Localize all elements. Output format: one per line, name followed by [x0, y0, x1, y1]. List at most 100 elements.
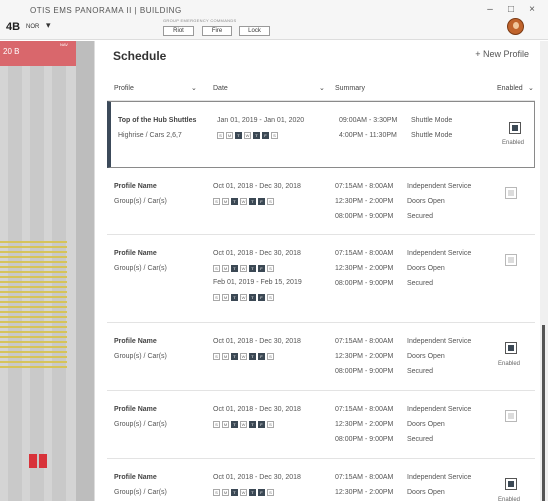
column-header-date[interactable]: Date	[213, 85, 228, 92]
chevron-down-icon[interactable]: ⌄	[191, 84, 197, 92]
day-toggle[interactable]: T	[249, 353, 256, 360]
day-toggle[interactable]: F	[258, 421, 265, 428]
day-toggle[interactable]: S	[213, 421, 220, 428]
day-selector: SMTWTFS	[213, 265, 276, 273]
day-selector: SMTWTFS	[213, 294, 276, 302]
elevator-car[interactable]	[29, 454, 37, 468]
schedule-row[interactable]: Profile Name Group(s) / Car(s) Oct 01, 201…	[107, 168, 535, 235]
day-toggle[interactable]: F	[258, 489, 265, 496]
schedule-row[interactable]: Top of the Hub Shuttles Highrise / Cars 2…	[107, 101, 535, 168]
column-header-enabled[interactable]: Enabled	[497, 85, 523, 92]
chevron-down-icon[interactable]: ⌄	[528, 84, 534, 92]
schedule-row[interactable]: Profile Name Group(s) / Car(s) Oct 01, 201…	[107, 391, 535, 459]
day-selector: SMTWTFS	[213, 489, 276, 497]
minimize-button[interactable]: –	[483, 4, 497, 15]
day-toggle[interactable]: S	[267, 198, 274, 205]
day-toggle[interactable]: S	[267, 294, 274, 301]
summary-mode: Secured	[407, 436, 434, 443]
chevron-down-icon[interactable]: ⌄	[319, 84, 325, 92]
day-toggle[interactable]: W	[240, 265, 247, 272]
enabled-checkbox[interactable]	[505, 254, 517, 266]
day-toggle[interactable]: F	[258, 294, 265, 301]
user-avatar[interactable]	[507, 18, 524, 35]
day-toggle[interactable]: S	[267, 489, 274, 496]
profile-group: Group(s) / Car(s)	[114, 353, 167, 360]
day-toggle[interactable]: W	[240, 489, 247, 496]
day-toggle[interactable]: F	[258, 198, 265, 205]
day-toggle[interactable]: S	[213, 265, 220, 272]
group-commands-label: GROUP EMERGENCY COMMANDS	[163, 18, 237, 23]
scrollbar-thumb[interactable]	[542, 325, 545, 501]
day-toggle[interactable]: M	[222, 489, 229, 496]
lock-button[interactable]: Lock	[239, 26, 270, 36]
day-toggle[interactable]: W	[240, 353, 247, 360]
day-toggle[interactable]: M	[222, 421, 229, 428]
summary-time: 4:00PM - 11:30PM	[339, 132, 397, 139]
summary-mode: Shuttle Mode	[411, 132, 453, 139]
day-toggle[interactable]: M	[222, 353, 229, 360]
day-toggle[interactable]: T	[231, 294, 238, 301]
day-toggle[interactable]: T	[231, 353, 238, 360]
day-toggle[interactable]: M	[222, 198, 229, 205]
day-toggle[interactable]: W	[240, 421, 247, 428]
maximize-button[interactable]: □	[504, 4, 518, 15]
day-toggle[interactable]: S	[271, 132, 278, 139]
profile-group: Group(s) / Car(s)	[114, 265, 167, 272]
day-toggle[interactable]: T	[235, 132, 242, 139]
schedule-row[interactable]: Profile Name Group(s) / Car(s) Oct 01, 201…	[107, 459, 535, 501]
day-toggle[interactable]: S	[217, 132, 224, 139]
day-toggle[interactable]: S	[213, 294, 220, 301]
day-toggle[interactable]: S	[213, 353, 220, 360]
day-toggle[interactable]: M	[222, 265, 229, 272]
day-toggle[interactable]: T	[253, 132, 260, 139]
mode-dropdown-icon[interactable]: ▾	[46, 20, 51, 31]
elevator-car[interactable]	[39, 454, 47, 468]
day-toggle[interactable]: F	[258, 353, 265, 360]
enabled-checkbox[interactable]	[505, 478, 517, 490]
summary-time: 09:00AM - 3:30PM	[339, 117, 398, 124]
day-toggle[interactable]: T	[231, 265, 238, 272]
day-toggle[interactable]: T	[231, 198, 238, 205]
close-button[interactable]: ×	[525, 4, 539, 15]
schedule-row[interactable]: Profile Name Group(s) / Car(s) Oct 01, 201…	[107, 235, 535, 323]
day-toggle[interactable]: S	[267, 353, 274, 360]
day-toggle[interactable]: S	[213, 489, 220, 496]
day-toggle[interactable]: T	[249, 265, 256, 272]
day-toggle[interactable]: F	[262, 132, 269, 139]
day-toggle[interactable]: T	[249, 489, 256, 496]
schedule-row[interactable]: Profile Name Group(s) / Car(s) Oct 01, 201…	[107, 323, 535, 391]
day-toggle[interactable]: M	[222, 294, 229, 301]
day-toggle[interactable]: T	[249, 198, 256, 205]
day-toggle[interactable]: F	[258, 265, 265, 272]
day-toggle[interactable]: T	[231, 489, 238, 496]
floor-indicator: 4B	[6, 21, 21, 33]
day-toggle[interactable]: T	[249, 294, 256, 301]
enabled-label: Enabled	[502, 140, 525, 146]
day-toggle[interactable]: S	[267, 265, 274, 272]
profile-group: Group(s) / Car(s)	[114, 421, 167, 428]
column-header-profile[interactable]: Profile	[114, 85, 134, 92]
enabled-checkbox[interactable]	[505, 187, 517, 199]
day-toggle[interactable]: W	[240, 198, 247, 205]
day-toggle[interactable]: W	[240, 294, 247, 301]
summary-mode: Independent Service	[407, 183, 472, 190]
day-toggle[interactable]: S	[213, 198, 220, 205]
floor-alert-band[interactable]: 20 B NAV	[0, 41, 76, 66]
new-profile-button[interactable]: + New Profile	[475, 49, 529, 59]
day-toggle[interactable]: T	[249, 421, 256, 428]
shaft-column	[76, 41, 94, 501]
floor-line	[0, 286, 67, 288]
enabled-checkbox[interactable]	[509, 122, 521, 134]
profile-group: Highrise / Cars 2,6,7	[118, 132, 182, 139]
enabled-checkbox[interactable]	[505, 410, 517, 422]
floor-line	[0, 366, 67, 368]
fire-button[interactable]: Fire	[202, 26, 232, 36]
day-toggle[interactable]: M	[226, 132, 233, 139]
day-toggle[interactable]: W	[244, 132, 251, 139]
day-toggle[interactable]: T	[231, 421, 238, 428]
summary-time: 08:00PM - 9:00PM	[335, 280, 394, 287]
enabled-checkbox[interactable]	[505, 342, 517, 354]
day-toggle[interactable]: S	[267, 421, 274, 428]
riot-button[interactable]: Riot	[163, 26, 194, 36]
floor-line	[0, 311, 67, 313]
